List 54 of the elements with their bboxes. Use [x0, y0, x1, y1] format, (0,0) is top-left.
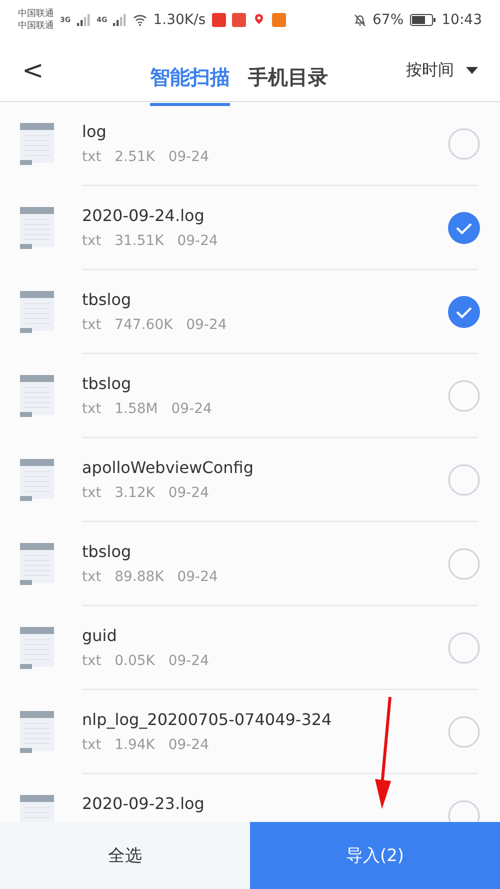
checkbox[interactable]: [448, 464, 480, 496]
file-details: txt 89.88K 09-24: [82, 569, 219, 585]
tab[interactable]: 智能扫描: [150, 50, 230, 106]
document-icon: [20, 711, 54, 753]
checkbox[interactable]: [448, 380, 480, 412]
app-icon: [272, 13, 286, 27]
checkbox[interactable]: [448, 716, 480, 748]
import-button[interactable]: 导入(2): [250, 822, 500, 889]
document-icon: [20, 123, 54, 165]
network-speed: 1.30K/s: [153, 12, 206, 28]
tab[interactable]: 手机目录: [248, 50, 328, 106]
carrier-name: 中国联通: [18, 20, 54, 32]
caret-icon: [466, 66, 478, 74]
app-icon: [212, 13, 226, 27]
file-name: tbslog: [82, 542, 132, 561]
back-button[interactable]: <: [22, 58, 132, 84]
file-details: txt 747.60K 09-24: [82, 317, 228, 333]
checkbox[interactable]: [448, 212, 480, 244]
sort-dropdown[interactable]: 按时间: [406, 60, 478, 81]
file-details: txt 1.94K 09-24: [82, 737, 210, 753]
file-name: log: [82, 122, 108, 141]
file-details: txt 1.58M 09-24: [82, 401, 213, 417]
file-details: txt 2.51K 09-24: [82, 149, 210, 165]
battery-icon: [410, 14, 436, 26]
document-icon: [20, 375, 54, 417]
checkbox[interactable]: [448, 800, 480, 823]
file-details: txt 0.05K 09-24: [82, 653, 210, 669]
file-name: tbslog: [82, 374, 132, 393]
signal-icon: [76, 14, 91, 26]
battery-percent: 67%: [372, 12, 404, 28]
file-name: guid: [82, 626, 118, 645]
app-icon: [232, 13, 246, 27]
checkbox[interactable]: [448, 128, 480, 160]
document-icon: [20, 543, 54, 585]
bell-muted-icon: [352, 13, 367, 27]
file-name: 2020-09-23.log: [82, 794, 206, 813]
file-name: apolloWebviewConfig: [82, 458, 254, 477]
document-icon: [20, 291, 54, 333]
file-details: txt 3.12K 09-24: [82, 485, 210, 501]
checkbox[interactable]: [448, 632, 480, 664]
file-details: txt 31.51K 09-24: [82, 233, 219, 249]
file-name: nlp_log_20200705-074049-324: [82, 710, 333, 729]
signal-icon: [113, 14, 128, 26]
document-icon: [20, 207, 54, 249]
select-all-button[interactable]: 全选: [0, 822, 250, 889]
carrier-name: 中国联通: [18, 8, 54, 20]
checkbox[interactable]: [448, 548, 480, 580]
clock: 10:43: [442, 12, 482, 28]
file-name: tbslog: [82, 290, 132, 309]
document-icon: [20, 627, 54, 669]
checkbox[interactable]: [448, 296, 480, 328]
wifi-icon: [133, 14, 148, 26]
file-name: 2020-09-24.log: [82, 206, 206, 225]
document-icon: [20, 459, 54, 501]
